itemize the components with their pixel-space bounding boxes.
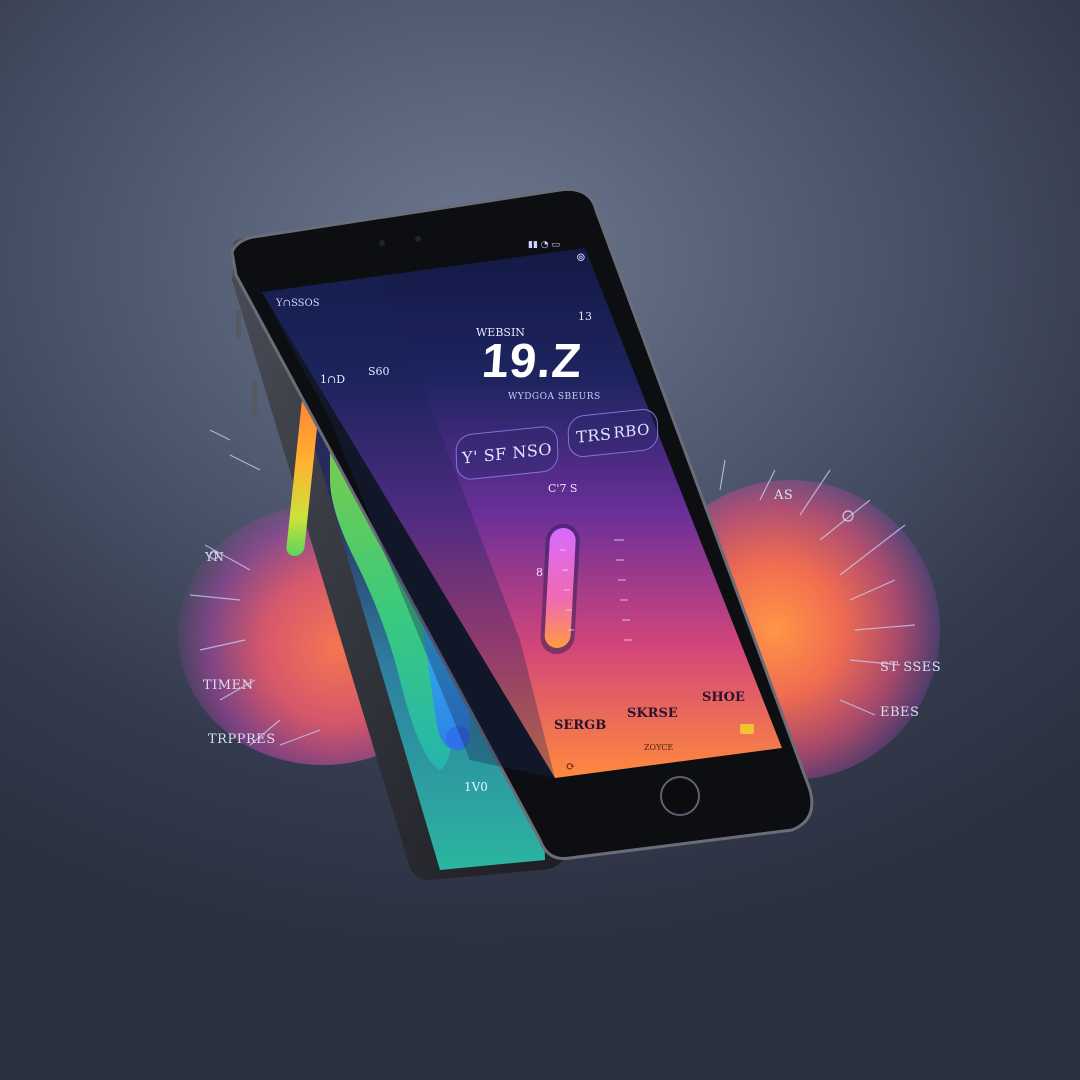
- bottom-stat-1[interactable]: SERGB: [554, 718, 606, 733]
- front-sensor: [415, 236, 421, 242]
- gauge-side-label: 8: [536, 566, 543, 579]
- card-icon[interactable]: [740, 724, 754, 734]
- left-bottom-label: 1V0: [464, 780, 488, 794]
- alarm-icon[interactable]: ⊚: [576, 250, 586, 264]
- sync-icon[interactable]: ⟳: [566, 760, 575, 773]
- mode-button-right-badge: RBO: [613, 420, 651, 442]
- left-screen-header: Y∩SSOS: [276, 298, 320, 309]
- right-scale-label: S60: [368, 365, 390, 378]
- main-temperature-value: 19.Z: [480, 335, 584, 388]
- bottom-stat-3[interactable]: SHOE: [702, 690, 745, 705]
- scene: YN TIMEN TRPPRES AS ST SSES EBES ▮▮ ◔ ▭ …: [0, 0, 1080, 1080]
- battery-icon: ▭: [551, 240, 561, 250]
- footer-badge: ZOYCE: [644, 743, 674, 752]
- gauge-label: C'7 S: [548, 482, 578, 495]
- status-bar: ▮▮ ◔ ▭: [528, 240, 560, 250]
- mode-button-left-label: Y' SF NSO: [461, 438, 553, 468]
- home-button[interactable]: [660, 776, 700, 816]
- screen-top-right-label: 13: [578, 310, 592, 323]
- front-camera: [379, 240, 385, 246]
- main-value-subtitle: WYDGOA SBEURS: [508, 392, 601, 402]
- device-artwork: [230, 187, 814, 880]
- signal-icon: ▮▮: [528, 240, 538, 250]
- bottom-stat-2[interactable]: SKRSE: [627, 706, 678, 721]
- left-scale-label: 1∩D: [320, 373, 346, 386]
- wifi-icon: ◔: [540, 240, 549, 250]
- mode-button-right-label: TRS: [575, 423, 612, 447]
